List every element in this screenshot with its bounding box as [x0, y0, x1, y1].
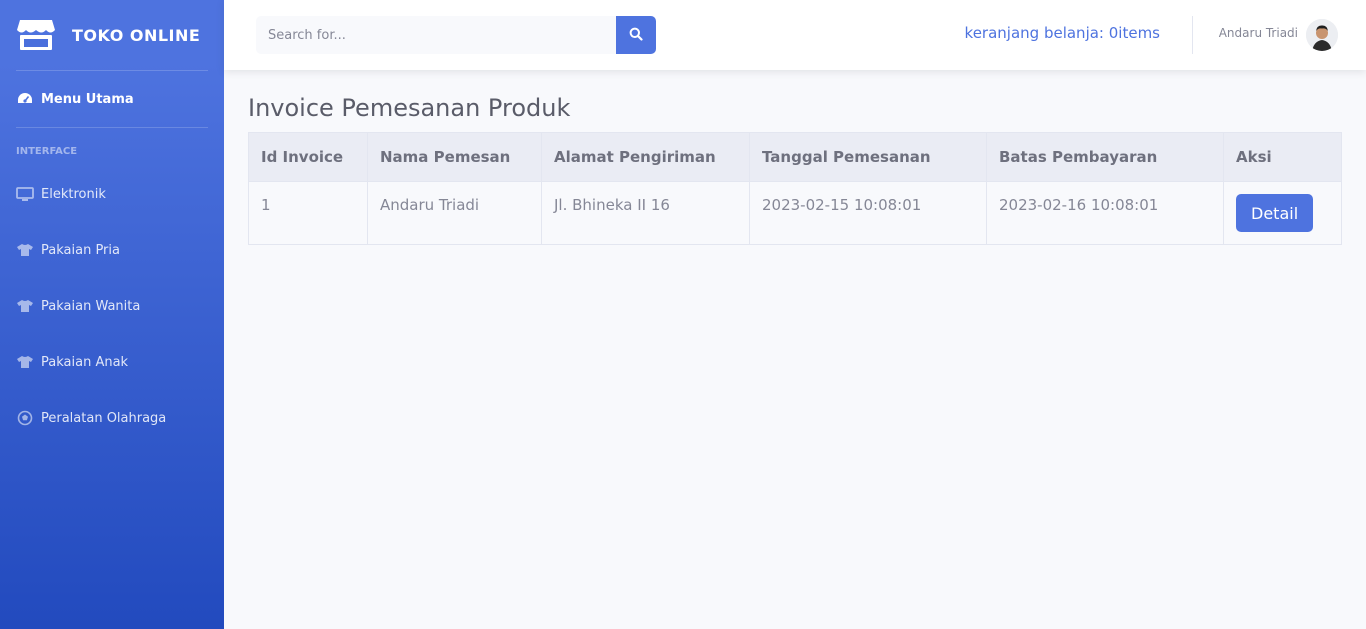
sidebar-item-label: Pakaian Wanita — [41, 298, 141, 314]
main-content: Invoice Pemesanan Produk Id Invoice Nama… — [248, 92, 1342, 245]
tachometer-icon — [16, 92, 34, 106]
cell-nama-pemesan: Andaru Triadi — [367, 181, 542, 245]
futbol-icon — [16, 410, 34, 426]
table-row: 1 Andaru Triadi Jl. Bhineka II 16 2023-0… — [248, 181, 1342, 245]
topbar: keranjang belanja: 0items Andaru Triadi — [224, 0, 1366, 70]
sidebar-item-elektronik[interactable]: Elektronik — [0, 166, 224, 222]
brand-link[interactable]: TOKO ONLINE — [0, 0, 224, 70]
column-header: Id Invoice — [248, 132, 368, 182]
page-title: Invoice Pemesanan Produk — [248, 94, 571, 122]
detail-button[interactable]: Detail — [1236, 194, 1314, 232]
sidebar: TOKO ONLINE Menu Utama INTERFACE Elektro… — [0, 0, 224, 629]
tshirt-icon — [16, 243, 34, 257]
cell-tanggal-pemesanan: 2023-02-15 10:08:01 — [749, 181, 987, 245]
search-form — [256, 16, 656, 54]
search-icon — [629, 27, 643, 44]
search-button[interactable] — [616, 16, 656, 54]
sidebar-heading: INTERFACE — [16, 146, 78, 157]
sidebar-item-label: Pakaian Pria — [41, 242, 120, 258]
sidebar-item-label: Peralatan Olahraga — [41, 410, 167, 426]
topbar-divider — [1192, 16, 1193, 54]
cell-alamat-pengiriman: Jl. Bhineka II 16 — [541, 181, 750, 245]
cell-batas-pembayaran: 2023-02-16 10:08:01 — [986, 181, 1224, 245]
sidebar-item-pakaian-wanita[interactable]: Pakaian Wanita — [0, 278, 224, 334]
search-input[interactable] — [256, 16, 616, 54]
column-header: Aksi — [1223, 132, 1342, 182]
sidebar-item-pakaian-anak[interactable]: Pakaian Anak — [0, 334, 224, 390]
store-icon — [16, 18, 56, 52]
avatar[interactable] — [1306, 19, 1338, 51]
column-header: Tanggal Pemesanan — [749, 132, 987, 182]
column-header: Alamat Pengiriman — [541, 132, 750, 182]
desktop-icon — [16, 187, 34, 201]
cart-link[interactable]: keranjang belanja: 0items — [965, 24, 1160, 42]
sidebar-item-label: Pakaian Anak — [41, 354, 129, 370]
sidebar-item-pakaian-pria[interactable]: Pakaian Pria — [0, 222, 224, 278]
cell-aksi: Detail — [1223, 181, 1342, 245]
sidebar-item-label: Elektronik — [41, 186, 106, 202]
invoice-table: Id Invoice Nama Pemesan Alamat Pengirima… — [248, 132, 1342, 245]
user-name[interactable]: Andaru Triadi — [1219, 26, 1298, 40]
table-header-row: Id Invoice Nama Pemesan Alamat Pengirima… — [248, 132, 1342, 182]
cell-id-invoice: 1 — [248, 181, 368, 245]
tshirt-icon — [16, 299, 34, 313]
column-header: Nama Pemesan — [367, 132, 542, 182]
tshirt-icon — [16, 355, 34, 369]
sidebar-item-label: Menu Utama — [41, 91, 134, 107]
brand-name: TOKO ONLINE — [72, 25, 201, 45]
sidebar-item-peralatan-olahraga[interactable]: Peralatan Olahraga — [0, 390, 224, 446]
sidebar-item-menu-utama[interactable]: Menu Utama — [0, 71, 224, 127]
column-header: Batas Pembayaran — [986, 132, 1224, 182]
